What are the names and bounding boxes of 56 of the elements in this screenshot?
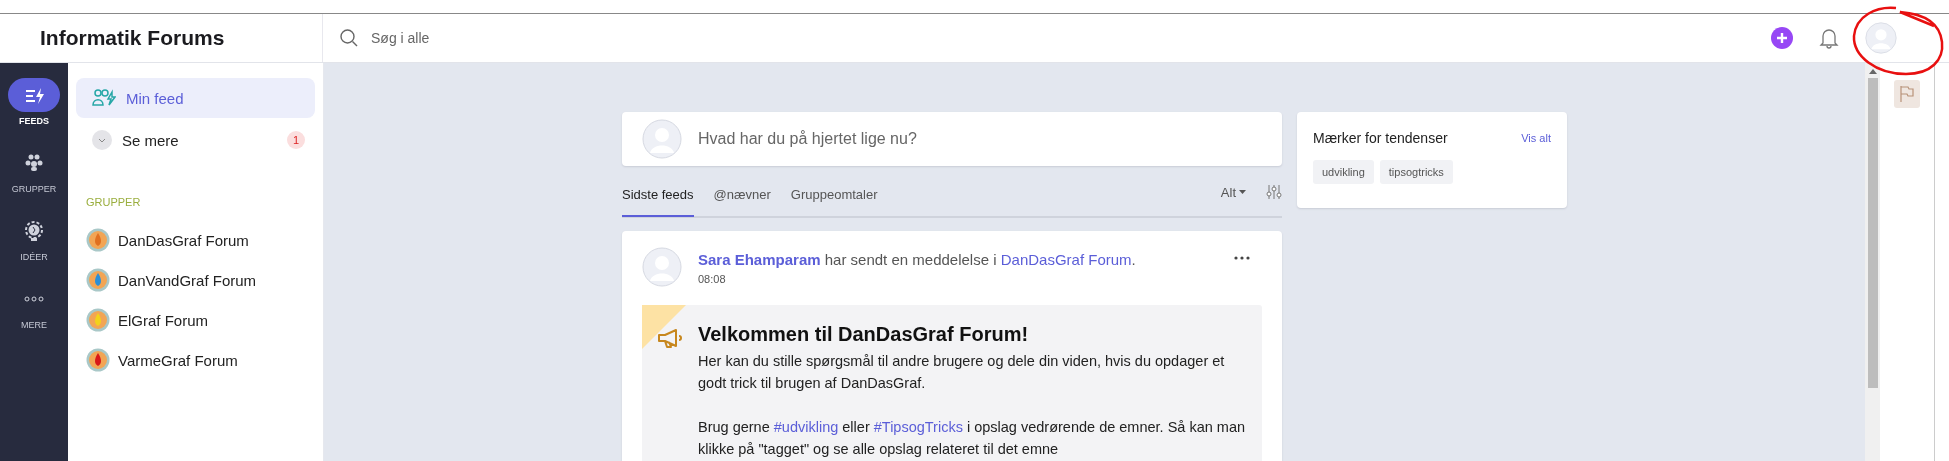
search-field[interactable]: Søg i alle [371, 30, 430, 46]
announcement-text: Her kan du stille spørgsmål til andre brugere og dele din viden, hvis du opdager et godt trick til brugen af DanDasGraf. [698, 352, 1226, 393]
group-icon [86, 268, 110, 292]
count-badge: 1 [287, 131, 305, 149]
announcement-text: Brug gerne #udvikling eller #TipsogTricks i opslag vedrørende de emner. Så kan man klikke på "tagget" og se alle opslag relateret til det emne [698, 418, 1247, 459]
group-icon [86, 228, 110, 252]
scrollbar[interactable] [1865, 63, 1880, 461]
group-icon [86, 348, 110, 372]
flag-button[interactable] [1894, 80, 1920, 108]
flag-icon [1899, 85, 1915, 103]
app-title: Informatik Forums [0, 14, 323, 62]
rail-label[interactable]: FEEDS [19, 116, 49, 126]
people-bolt-icon [92, 88, 116, 108]
group-link[interactable]: DanDasGraf Forum [118, 231, 249, 249]
group-link[interactable]: ElGraf Forum [118, 311, 208, 329]
tag-chip[interactable]: udvikling [1313, 160, 1374, 184]
more-icon [24, 296, 44, 302]
feed-tab[interactable]: Gruppeomtaler [790, 169, 878, 217]
megaphone-icon [656, 327, 684, 349]
feed-tab[interactable]: Sidste feeds [622, 169, 694, 217]
tag-chip[interactable]: tipsogtricks [1379, 160, 1453, 184]
sliders-icon [1266, 184, 1282, 200]
group-link[interactable]: DanVandGraf Forum [118, 271, 257, 289]
author-link[interactable]: Sara Ehamparam [698, 251, 821, 268]
avatar-icon [1865, 22, 1897, 54]
corner-ribbon-drawing [642, 305, 686, 349]
rail-label[interactable]: IDÉER [20, 252, 48, 262]
feeds-tab[interactable] [8, 78, 60, 112]
group-link[interactable]: VarmeGraf Forum [118, 351, 238, 369]
more-icon [1234, 255, 1250, 261]
chevron-icon [92, 130, 112, 150]
lightbulb-icon [22, 219, 46, 243]
post-headline: Sara Ehamparam har sendt en meddelelse i DanDasGraf Forum. [698, 251, 1137, 268]
rail-label[interactable]: MERE [21, 320, 47, 330]
post-time: 08:08 [698, 273, 726, 285]
scroll-up-icon [1868, 69, 1877, 74]
section-title: GRUPPER [86, 196, 142, 208]
link[interactable]: DanDasGraf Forum [1000, 251, 1132, 268]
sidebar-item[interactable]: Se mere 1 [76, 120, 315, 160]
rail-label[interactable]: GRUPPER [11, 184, 57, 194]
filter-dropdown[interactable]: Alt [1220, 184, 1246, 200]
search-icon [339, 28, 359, 48]
post-input-field[interactable]: Hvad har du på hjertet lige nu? [698, 130, 917, 148]
sidebar-item[interactable]: Min feed [76, 78, 315, 118]
avatar-icon [642, 247, 682, 287]
group-icon [86, 308, 110, 332]
trends-title: Mærker for tendenser [1313, 130, 1448, 146]
avatar-icon [642, 119, 682, 159]
feed-tab[interactable]: @nævner [713, 169, 771, 217]
link[interactable]: #udvikling [773, 419, 839, 435]
caret-icon [1239, 189, 1246, 195]
view-all-link[interactable]: Vis alt [1521, 132, 1551, 144]
bell-icon [1819, 27, 1839, 49]
link[interactable]: #TipsogTricks [873, 419, 963, 435]
add-icon [1771, 27, 1793, 49]
announcement-title: Velkommen til DanDasGraf Forum! [698, 323, 1030, 346]
